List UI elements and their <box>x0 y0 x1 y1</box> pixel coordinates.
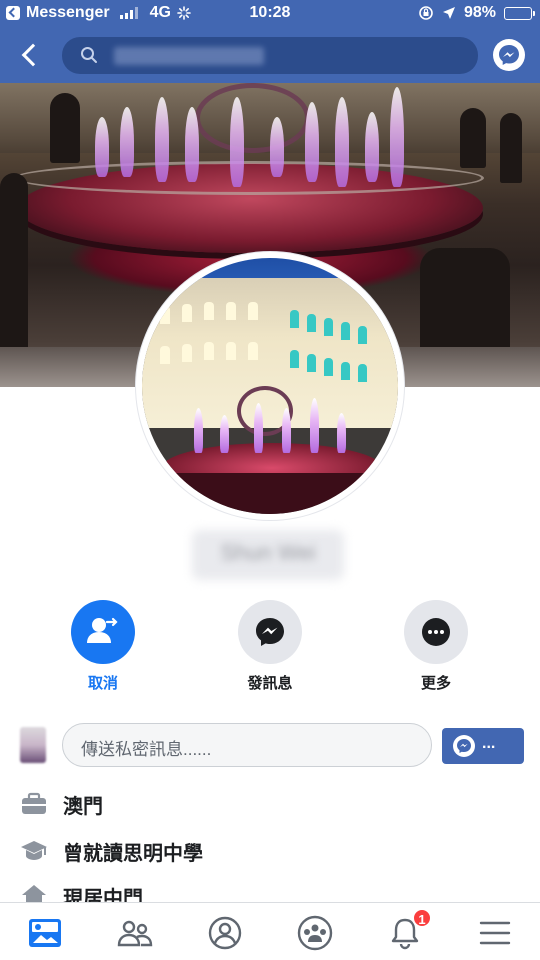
search-icon <box>81 47 97 63</box>
cancel-label: 取消 <box>87 675 118 692</box>
orientation-lock-icon <box>419 6 433 20</box>
bottom-tab-bar: 1 <box>0 902 540 960</box>
battery-icon <box>504 6 535 20</box>
send-message-button[interactable]: 發訊息 <box>215 600 325 693</box>
graduation-cap-icon <box>21 841 47 860</box>
notification-badge: 1 <box>412 908 432 928</box>
info-work: 澳門 <box>20 788 520 820</box>
battery-percent: 98% <box>463 4 496 21</box>
private-message-input[interactable]: 傳送私密訊息...... <box>62 723 432 767</box>
profile-picture[interactable] <box>136 252 404 520</box>
messenger-icon[interactable] <box>492 38 526 72</box>
navigation-bar <box>0 28 540 83</box>
send-message-label: 發訊息 <box>247 675 293 692</box>
groups-icon[interactable] <box>295 913 335 953</box>
info-education-text: 曾就讀思明中學 <box>63 843 203 865</box>
profile-icon[interactable] <box>205 913 245 953</box>
friends-icon[interactable] <box>115 913 155 953</box>
more-icon <box>422 618 450 646</box>
messenger-icon <box>256 618 284 646</box>
message-placeholder: 傳送私密訊息...... <box>81 740 212 759</box>
more-label: 更多 <box>420 675 451 692</box>
search-bar[interactable] <box>62 37 478 74</box>
menu-icon[interactable] <box>475 913 515 953</box>
messenger-icon <box>453 735 475 757</box>
status-bar: Messenger 4G 10:28 98% <box>0 0 540 28</box>
profile-name: Shun Wei <box>220 540 316 565</box>
search-query-blurred <box>114 47 264 65</box>
back-arrow-icon[interactable] <box>14 38 48 72</box>
cancel-friend-request-button[interactable]: 取消 <box>48 600 158 693</box>
news-feed-icon[interactable] <box>25 913 65 953</box>
notifications-tab[interactable]: 1 <box>385 908 432 953</box>
info-education: 曾就讀思明中學 <box>20 835 520 867</box>
info-work-text: 澳門 <box>63 796 103 818</box>
more-button[interactable]: 更多 <box>381 600 491 693</box>
send-label: ... <box>482 735 496 752</box>
location-arrow-icon <box>442 7 455 19</box>
briefcase-icon <box>22 792 46 814</box>
my-avatar <box>20 727 46 763</box>
remove-friend-icon <box>87 617 118 643</box>
messenger-send-button[interactable]: ... <box>442 728 524 764</box>
